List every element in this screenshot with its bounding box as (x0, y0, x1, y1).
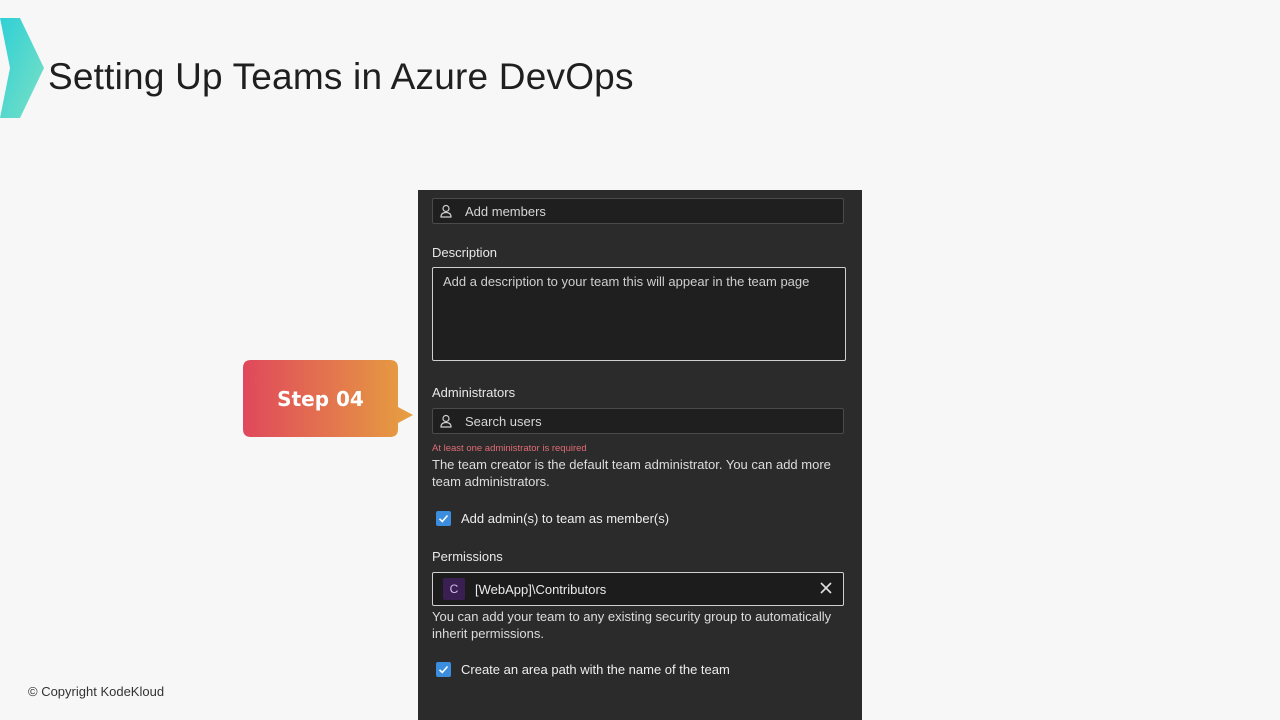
permissions-label: Permissions (432, 549, 503, 564)
close-icon[interactable] (819, 581, 833, 595)
permission-value: [WebApp]\Contributors (475, 581, 607, 597)
search-users-input[interactable]: Search users (432, 408, 844, 434)
area-path-checkbox-row[interactable]: Create an area path with the name of the… (436, 662, 730, 677)
add-admins-checkbox-row[interactable]: Add admin(s) to team as member(s) (436, 511, 669, 526)
search-users-placeholder: Search users (465, 413, 542, 429)
step-callout: Step 04 (243, 360, 415, 438)
admin-required-error: At least one administrator is required (432, 443, 587, 454)
admin-helper-text: The team creator is the default team adm… (432, 457, 831, 489)
administrators-label: Administrators (432, 385, 516, 400)
person-icon (440, 204, 452, 218)
description-textarea[interactable]: Add a description to your team this will… (432, 267, 846, 361)
area-path-checkbox-label: Create an area path with the name of the… (461, 662, 730, 677)
kodekloud-logo-icon (0, 18, 44, 118)
add-members-placeholder: Add members (465, 203, 546, 219)
checkmark-icon (438, 514, 449, 523)
description-placeholder: Add a description to your team this will… (443, 274, 810, 289)
group-avatar: C (443, 578, 465, 600)
checkmark-icon (438, 665, 449, 674)
person-icon (440, 414, 452, 428)
copyright-text: © Copyright KodeKloud (28, 684, 165, 699)
add-admins-checkbox[interactable] (436, 511, 451, 526)
permissions-picker[interactable]: C [WebApp]\Contributors (432, 572, 844, 606)
create-team-form-panel: Add members Description Add a descriptio… (418, 190, 862, 720)
description-label: Description (432, 245, 498, 260)
step-label: Step 04 (277, 386, 364, 411)
add-admins-checkbox-label: Add admin(s) to team as member(s) (461, 511, 670, 526)
permissions-helper-text: You can add your team to any existing se… (432, 609, 832, 641)
add-members-input[interactable]: Add members (432, 198, 844, 224)
area-path-checkbox[interactable] (436, 662, 451, 677)
slide-title: Setting Up Teams in Azure DevOps (48, 56, 634, 97)
